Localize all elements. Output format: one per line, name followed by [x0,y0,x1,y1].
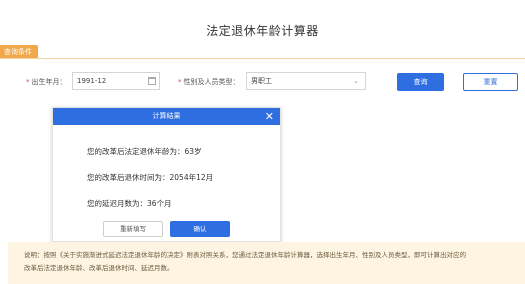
page: 法定退休年龄计算器 查询条件 * 出生年月： 1991-12 * 性别及人员类型： … [0,0,525,284]
required-mark: * [26,78,30,86]
notice-line-1: 说明：按照《关于实施渐进式延迟法定退休年龄的决定》附表对照关系，您通过法定退休年… [24,251,466,259]
section-divider [0,58,525,59]
retire-age-text: 您的改革后法定退休年龄为：63岁 [87,147,202,156]
required-mark: * [178,78,182,86]
confirm-button[interactable]: 确认 [170,221,230,237]
type-select[interactable]: 男职工 ⌄ [246,72,366,90]
query-section-tab: 查询条件 [0,45,38,59]
close-icon[interactable]: ✕ [265,108,274,125]
birth-input-value: 1991-12 [77,77,107,85]
birth-input[interactable]: 1991-12 [72,72,160,90]
calendar-icon[interactable] [148,77,156,85]
chevron-down-icon: ⌄ [353,77,359,85]
refill-button[interactable]: 重新填写 [103,221,163,237]
notice-line-2: 改革后法定退休年龄、改革后退休时间、延迟月数。 [24,264,174,272]
type-select-value: 男职工 [251,77,272,85]
query-button[interactable]: 查询 [397,73,444,91]
birth-label-text: 出生年月： [31,78,67,86]
result-dialog: 计算结果 ✕ 您的改革后法定退休年龄为：63岁 您的改革后退休时间为：2054年… [52,107,281,242]
type-label: * 性别及人员类型： [178,76,240,88]
dialog-title: 计算结果 [53,108,280,125]
page-title: 法定退休年龄计算器 [206,24,319,38]
type-label-text: 性别及人员类型： [183,78,240,86]
birth-label: * 出生年月： [26,76,67,88]
reset-button[interactable]: 重置 [463,73,518,91]
retire-time-text: 您的改革后退休时间为：2054年12月 [87,173,214,182]
notice-box: 说明：按照《关于实施渐进式延迟法定退休年龄的决定》附表对照关系，您通过法定退休年… [8,242,525,284]
delay-months-text: 您的延迟月数为：36个月 [87,199,172,208]
